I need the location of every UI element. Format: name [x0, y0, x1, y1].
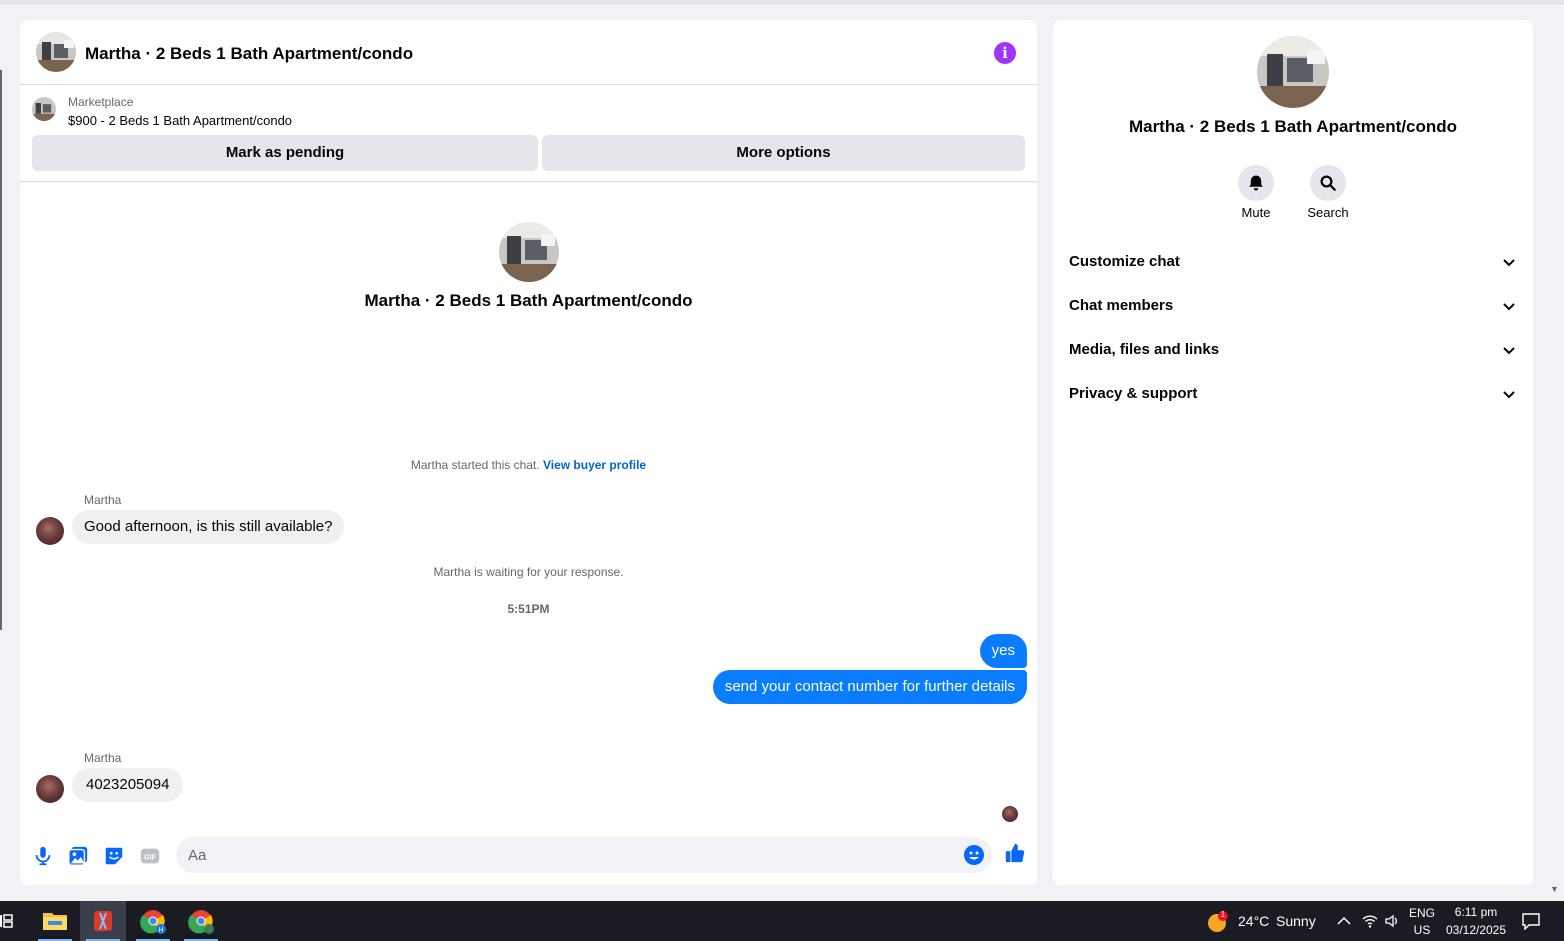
search-action[interactable]: Search: [1298, 165, 1358, 220]
view-buyer-profile-link[interactable]: View buyer profile: [543, 458, 646, 472]
search-label: Search: [1307, 205, 1349, 220]
more-options-button[interactable]: More options: [542, 135, 1025, 171]
folder-icon: [43, 913, 67, 930]
weather-description[interactable]: Sunny: [1276, 901, 1316, 941]
sender-name: Martha: [84, 493, 122, 507]
message-composer: GIF: [20, 835, 1037, 877]
chevron-down-icon: [1503, 259, 1515, 267]
chrome-profile-h-taskbar[interactable]: H: [130, 901, 176, 941]
mute-label: Mute: [1241, 205, 1271, 220]
microphone-icon[interactable]: [32, 845, 54, 867]
sender-avatar[interactable]: [36, 517, 64, 545]
details-title: Martha · 2 Beds 1 Bath Apartment/condo: [1128, 117, 1458, 136]
chrome-profile-2-taskbar[interactable]: [178, 901, 224, 941]
volume-icon[interactable]: [1384, 913, 1400, 929]
wifi-icon[interactable]: [1362, 913, 1378, 929]
section-chat-members[interactable]: Chat members: [1069, 294, 1517, 318]
outgoing-message[interactable]: send your contact number for further det…: [712, 670, 1027, 704]
chevron-down-icon: [1503, 303, 1515, 311]
file-explorer-taskbar[interactable]: [32, 901, 78, 941]
section-label: Privacy & support: [1069, 385, 1198, 402]
seen-receipt-avatar: [1002, 806, 1018, 822]
section-label: Media, files and links: [1069, 341, 1220, 358]
section-label: Customize chat: [1069, 253, 1180, 270]
clock-date[interactable]: 03/12/2025: [1442, 923, 1510, 937]
gif-icon[interactable]: GIF: [139, 845, 161, 867]
chrome-icon: H: [140, 910, 166, 934]
marketplace-banner: Marketplace $900 - 2 Beds 1 Bath Apartme…: [20, 85, 1037, 182]
scroll-down-arrow[interactable]: ▼: [1550, 884, 1559, 894]
task-view-icon[interactable]: [0, 913, 14, 929]
info-icon[interactable]: i: [994, 42, 1016, 64]
taskbar: H 1 24°C Sunny ENG US 6:11 pm 03/12/2025: [0, 901, 1564, 941]
emoji-icon[interactable]: [964, 845, 984, 865]
region-code[interactable]: US: [1404, 923, 1440, 937]
chat-started-text: Martha started this chat.: [410, 458, 540, 472]
weather-temperature[interactable]: 24°C: [1238, 901, 1269, 941]
photo-icon[interactable]: [67, 845, 89, 867]
search-icon: [1320, 175, 1336, 191]
conversation-title-center: Martha · 2 Beds 1 Bath Apartment/condo: [364, 291, 693, 310]
chat-panel: Martha · 2 Beds 1 Bath Apartment/condo i…: [20, 20, 1037, 885]
scissors-icon: [94, 911, 112, 931]
chat-started-notice: Martha started this chat. View buyer pro…: [20, 458, 1037, 472]
search-button[interactable]: [1310, 165, 1346, 201]
waiting-notice: Martha is waiting for your response.: [433, 565, 624, 579]
section-media-files-links[interactable]: Media, files and links: [1069, 338, 1517, 362]
svg-text:GIF: GIF: [144, 853, 157, 862]
snipping-tool-taskbar[interactable]: [80, 901, 126, 941]
bell-icon: [1249, 175, 1263, 191]
listing-summary[interactable]: $900 - 2 Beds 1 Bath Apartment/condo: [68, 113, 292, 128]
message-input[interactable]: [188, 837, 948, 873]
section-customize-chat[interactable]: Customize chat: [1069, 250, 1517, 274]
chevron-up-icon[interactable]: [1337, 915, 1351, 927]
window-left-edge: [0, 70, 2, 630]
marketplace-label: Marketplace: [68, 95, 134, 109]
sender-avatar[interactable]: [36, 775, 64, 803]
conversation-avatar-large[interactable]: [499, 222, 559, 282]
mute-button[interactable]: [1238, 165, 1274, 201]
conversation-details-panel: Martha · 2 Beds 1 Bath Apartment/condo M…: [1053, 20, 1533, 885]
chrome-icon: [188, 910, 214, 934]
mark-as-pending-button[interactable]: Mark as pending: [32, 135, 538, 171]
language-code[interactable]: ENG: [1404, 906, 1440, 920]
mute-action[interactable]: Mute: [1226, 165, 1286, 220]
section-label: Chat members: [1069, 297, 1174, 314]
chevron-down-icon: [1503, 391, 1515, 399]
message-timestamp: 5:51PM: [507, 602, 550, 616]
chat-header: Martha · 2 Beds 1 Bath Apartment/condo i: [20, 20, 1037, 85]
sender-name: Martha: [84, 751, 122, 765]
outgoing-message[interactable]: yes: [979, 634, 1027, 668]
svg-text:H: H: [158, 927, 163, 934]
incoming-message[interactable]: 4023205094: [72, 768, 184, 802]
incoming-message[interactable]: Good afternoon, is this still available?: [72, 510, 345, 544]
details-avatar[interactable]: [1257, 36, 1329, 108]
sticker-icon[interactable]: [103, 845, 125, 867]
listing-thumbnail[interactable]: [32, 97, 56, 121]
thumbs-up-icon[interactable]: [1004, 842, 1026, 864]
weather-badge: 1: [1220, 910, 1226, 919]
conversation-title[interactable]: Martha · 2 Beds 1 Bath Apartment/condo: [85, 44, 413, 64]
notifications-icon[interactable]: [1521, 912, 1541, 930]
section-privacy-support[interactable]: Privacy & support: [1069, 382, 1517, 406]
message-input-box: [176, 837, 992, 873]
listing-avatar[interactable]: [36, 32, 76, 72]
browser-top-edge: [0, 0, 1564, 5]
chevron-down-icon: [1503, 347, 1515, 355]
clock-time[interactable]: 6:11 pm: [1442, 905, 1510, 919]
